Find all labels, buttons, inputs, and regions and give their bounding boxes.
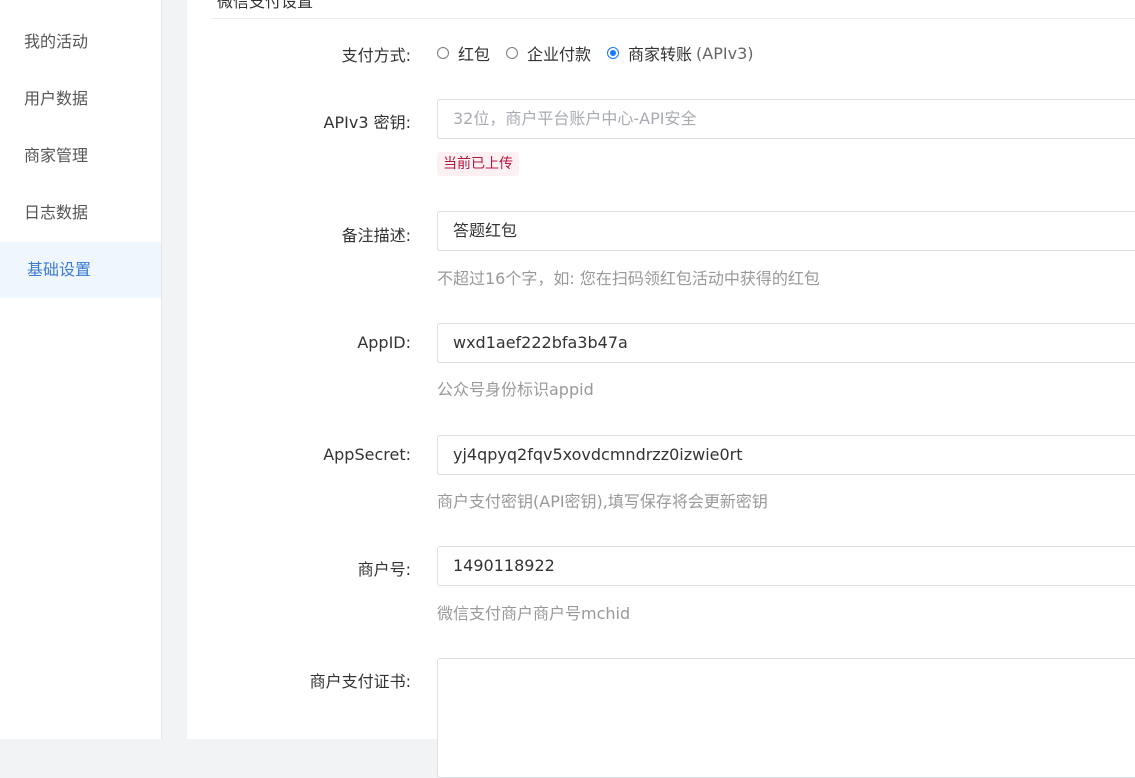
upload-status-badge: 当前已上传: [437, 152, 519, 176]
sidebar-item-my-activities[interactable]: 我的活动: [0, 14, 161, 70]
mchid-input[interactable]: 1490118922: [437, 546, 1135, 586]
appsecret-input[interactable]: yj4qpyq2fqv5xovdcmndrzz0izwie0rt: [437, 435, 1135, 475]
pay-method-label: 支付方式:: [341, 46, 411, 65]
radio-merchant-transfer-suffix: (APIv3): [696, 43, 754, 63]
content-gutter: [162, 0, 186, 739]
radio-enterprise-payment-label[interactable]: 企业付款: [527, 41, 591, 65]
section-title: 微信支付设置: [217, 0, 314, 11]
apiv3-key-input[interactable]: 32位，商户平台账户中心-API安全: [437, 99, 1135, 139]
cert-label: 商户支付证书:: [309, 672, 411, 691]
sidebar-item-user-data[interactable]: 用户数据: [0, 71, 161, 127]
appid-input[interactable]: wxd1aef222bfa3b47a: [437, 323, 1135, 363]
cert-textarea[interactable]: [437, 658, 1135, 778]
settings-panel: 微信支付设置 支付方式: 红包 企业付款 商家转账 (APIv3) APIv3 …: [187, 0, 1135, 778]
radio-enterprise-payment[interactable]: [506, 47, 519, 59]
appsecret-label: AppSecret:: [323, 445, 411, 464]
radio-hongbao-label[interactable]: 红包: [458, 41, 490, 65]
appid-hint: 公众号身份标识appid: [437, 380, 594, 399]
appsecret-hint: 商户支付密钥(API密钥),填写保存将会更新密钥: [437, 492, 768, 511]
sidebar-item-merchant-management[interactable]: 商家管理: [0, 128, 161, 184]
mchid-hint: 微信支付商户商户号mchid: [437, 604, 631, 623]
radio-merchant-transfer[interactable]: [607, 47, 620, 59]
pay-method-radio-group: 红包 企业付款 商家转账 (APIv3): [437, 41, 754, 65]
apiv3-key-label: APIv3 密钥:: [323, 113, 411, 132]
section-divider: [211, 18, 1135, 19]
remark-label: 备注描述:: [341, 226, 411, 245]
sidebar: 我的活动 用户数据 商家管理 日志数据 基础设置: [0, 0, 162, 739]
remark-hint: 不超过16个字，如: 您在扫码领红包活动中获得的红包: [437, 269, 820, 288]
appid-label: AppID:: [357, 333, 411, 352]
sidebar-item-log-data[interactable]: 日志数据: [0, 185, 161, 241]
radio-hongbao[interactable]: [437, 47, 449, 59]
sidebar-item-basic-settings[interactable]: 基础设置: [0, 242, 161, 298]
mchid-label: 商户号:: [357, 560, 411, 579]
radio-merchant-transfer-label[interactable]: 商家转账: [628, 41, 692, 65]
remark-input[interactable]: 答题红包: [437, 211, 1135, 251]
